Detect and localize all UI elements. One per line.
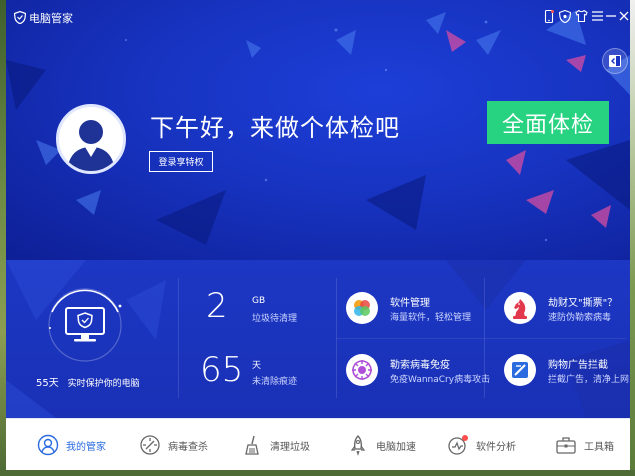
protection-status: 55天 实时保护你的电脑 xyxy=(36,374,140,389)
rocket-icon xyxy=(346,433,370,457)
protection-monitor-icon xyxy=(48,288,122,362)
feature-title[interactable]: 勒索病毒免疫 xyxy=(390,356,450,371)
panel-expand-icon xyxy=(609,55,621,67)
broom-icon xyxy=(240,433,264,457)
ad-block-icon[interactable] xyxy=(504,354,536,386)
desktop-background-right xyxy=(630,0,635,476)
virus-scan-icon xyxy=(138,433,162,457)
nav-virus-scan[interactable]: 病毒查杀 xyxy=(138,419,208,470)
nav-label: 工具箱 xyxy=(584,441,614,453)
analysis-icon xyxy=(446,433,470,457)
greeting-text: 下午好，来做个体检吧 xyxy=(150,115,400,142)
menu-icon[interactable] xyxy=(590,9,604,23)
nav-label: 软件分析 xyxy=(476,441,516,453)
desktop-background-bottom xyxy=(0,470,635,476)
junk-size-desc[interactable]: 垃圾待清理 xyxy=(252,311,297,324)
feature-title[interactable]: 劫财又"撕票"？ xyxy=(548,294,617,309)
shield-logo-icon xyxy=(14,11,26,24)
login-button[interactable]: 登录享特权 xyxy=(149,151,213,172)
nav-label: 电脑加速 xyxy=(376,441,416,453)
feature-title[interactable]: 软件管理 xyxy=(390,294,430,309)
divider xyxy=(178,278,179,398)
nav-clean-junk[interactable]: 清理垃圾 xyxy=(240,419,310,470)
butler-icon xyxy=(36,433,60,457)
divider xyxy=(336,338,626,339)
feature-desc: 海量软件，轻松管理 xyxy=(390,313,472,323)
traces-days-unit: 天 xyxy=(252,361,262,371)
feature-desc: 免疫WannaCry病毒攻击 xyxy=(390,375,491,385)
phone-icon[interactable] xyxy=(542,9,556,23)
software-manager-icon[interactable] xyxy=(346,292,378,324)
nav-pc-speedup[interactable]: 电脑加速 xyxy=(346,419,416,470)
protection-label: 实时保护你的电脑 xyxy=(67,379,140,389)
skin-shirt-icon[interactable] xyxy=(574,9,588,23)
close-icon[interactable] xyxy=(617,9,630,23)
side-panel-toggle-button[interactable] xyxy=(602,48,628,74)
nav-label: 我的管家 xyxy=(66,441,106,453)
feature-desc: 速防伪勒索病毒 xyxy=(548,313,612,323)
header-panel: 电脑管家 下午好，来做个体检吧 登录享特权 全面体检 xyxy=(6,0,630,260)
minimize-icon[interactable] xyxy=(604,9,618,23)
traces-days-desc[interactable]: 未清除痕迹 xyxy=(252,374,297,387)
protection-days: 55天 xyxy=(36,378,59,389)
title-bar: 电脑管家 xyxy=(6,0,630,34)
shield-settings-icon[interactable] xyxy=(558,9,572,23)
junk-size-unit: GB xyxy=(252,296,266,306)
nav-software-analysis[interactable]: 软件分析 xyxy=(446,419,516,470)
app-window: 电脑管家 下午好，来做个体检吧 登录享特权 全面体检 55天 实时保护你的电脑 … xyxy=(6,0,630,470)
feature-title[interactable]: 购物广告拦截 xyxy=(548,356,608,371)
nav-label: 清理垃圾 xyxy=(270,441,310,453)
full-checkup-button[interactable]: 全面体检 xyxy=(487,101,609,144)
virus-immune-icon[interactable] xyxy=(346,354,378,386)
user-silhouette-icon xyxy=(67,120,115,171)
dashboard-panel: 55天 实时保护你的电脑 2 GB 垃圾待清理 65 天 未清除痕迹 软件管理 … xyxy=(6,260,630,418)
nav-toolbox[interactable]: 工具箱 xyxy=(554,419,614,470)
nav-my-butler[interactable]: 我的管家 xyxy=(36,419,106,470)
avatar[interactable] xyxy=(56,104,126,174)
chess-knight-icon[interactable] xyxy=(504,292,536,324)
app-title: 电脑管家 xyxy=(29,12,73,25)
feature-desc: 拦截广告，清净上网 xyxy=(548,375,630,385)
toolbox-icon xyxy=(554,433,578,457)
bottom-nav: 我的管家 病毒查杀 清理垃圾 电脑加速 软件分析 工具箱 xyxy=(6,418,630,470)
junk-size-value[interactable]: 2 xyxy=(206,286,228,326)
nav-label: 病毒查杀 xyxy=(168,441,208,453)
traces-days-value[interactable]: 65 xyxy=(200,350,243,390)
